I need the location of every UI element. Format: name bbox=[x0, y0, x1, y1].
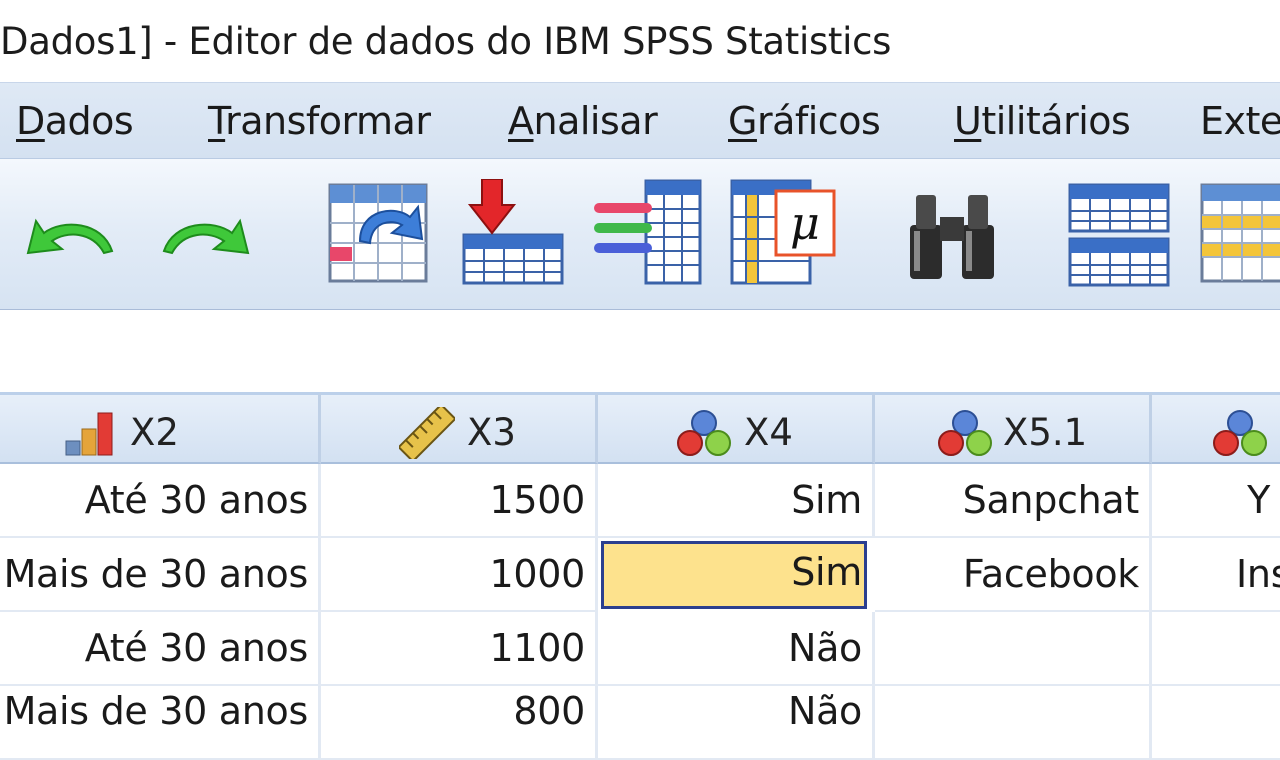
undo-icon bbox=[26, 218, 114, 255]
column-header-x4[interactable]: X4 bbox=[598, 392, 875, 464]
menu-analisar[interactable]: Analisar bbox=[508, 99, 658, 143]
grid-cell[interactable]: 1100 bbox=[321, 612, 598, 686]
grid-cell[interactable]: Sanpchat bbox=[875, 464, 1152, 538]
data-grid: X2 X3 X4 X5.1 Até 30 anos 1500 Sim Sanpc… bbox=[0, 392, 1280, 760]
goto-case-button[interactable] bbox=[326, 181, 430, 290]
toolbar: μ bbox=[0, 158, 1280, 311]
scale-measure-icon bbox=[399, 407, 455, 459]
menu-graficos[interactable]: Gráficos bbox=[728, 99, 881, 143]
redo-button[interactable] bbox=[158, 211, 254, 266]
descriptive-statistics-button[interactable]: μ bbox=[728, 177, 840, 292]
selected-grid-cell[interactable]: Sim bbox=[601, 541, 867, 609]
split-file-button[interactable] bbox=[1066, 183, 1172, 292]
find-button[interactable] bbox=[906, 187, 998, 288]
goto-variable-button[interactable] bbox=[460, 178, 566, 292]
grid-cell[interactable]: Y bbox=[1152, 464, 1280, 538]
grid-cell[interactable]: Até 30 anos bbox=[0, 612, 321, 686]
grid-cell[interactable]: Mais de 30 anos bbox=[0, 686, 321, 760]
title-bar: Dados1] - Editor de dados do IBM SPSS St… bbox=[0, 0, 1280, 82]
column-name-x2: X2 bbox=[130, 411, 179, 454]
grid-cell[interactable]: Não bbox=[598, 686, 875, 760]
grid-cell[interactable] bbox=[1152, 612, 1280, 686]
grid-cell[interactable]: Facebook bbox=[875, 538, 1152, 612]
grid-cell[interactable]: 1500 bbox=[321, 464, 598, 538]
column-name-x4: X4 bbox=[744, 411, 793, 454]
window-title: Dados1] - Editor de dados do IBM SPSS St… bbox=[0, 20, 892, 63]
grid-cell[interactable] bbox=[875, 686, 1152, 760]
nominal-measure-icon bbox=[1213, 410, 1267, 456]
select-cases-button[interactable] bbox=[1198, 181, 1280, 290]
find-icon bbox=[910, 195, 994, 279]
grid-cell[interactable]: Até 30 anos bbox=[0, 464, 321, 538]
split-file-icon bbox=[1068, 183, 1170, 287]
cell-editor-area bbox=[0, 310, 1280, 392]
menu-utilitarios[interactable]: Utilitários bbox=[954, 99, 1131, 143]
column-name-x5-1: X5.1 bbox=[1003, 411, 1088, 454]
column-name-x3: X3 bbox=[467, 411, 516, 454]
variables-button[interactable] bbox=[592, 177, 704, 292]
undo-button[interactable] bbox=[22, 211, 118, 266]
grid-cell[interactable]: Ins bbox=[1152, 538, 1280, 612]
grid-cell[interactable]: Sim bbox=[598, 464, 875, 538]
redo-icon bbox=[162, 218, 250, 255]
column-header-next[interactable] bbox=[1152, 392, 1280, 464]
grid-cell[interactable] bbox=[875, 612, 1152, 686]
variables-icon bbox=[594, 179, 702, 285]
goto-variable-icon bbox=[462, 178, 564, 285]
grid-cell[interactable]: 1000 bbox=[321, 538, 598, 612]
grid-cell[interactable] bbox=[1152, 686, 1280, 760]
menu-bar: Dados Transformar Analisar Gráficos Util… bbox=[0, 82, 1280, 159]
nominal-measure-icon bbox=[677, 410, 731, 456]
descriptive-statistics-icon: μ bbox=[730, 179, 836, 285]
menu-dados[interactable]: Dados bbox=[16, 99, 134, 143]
nominal-measure-icon bbox=[938, 410, 992, 456]
menu-extensoes[interactable]: Exte bbox=[1200, 99, 1280, 143]
column-header-x2[interactable]: X2 bbox=[0, 392, 321, 464]
grid-cell[interactable]: 800 bbox=[321, 686, 598, 760]
goto-case-icon bbox=[328, 183, 428, 283]
column-header-x5-1[interactable]: X5.1 bbox=[875, 392, 1152, 464]
menu-transformar[interactable]: Transformar bbox=[208, 99, 431, 143]
grid-cell[interactable]: Não bbox=[598, 612, 875, 686]
grid-cell[interactable]: Mais de 30 anos bbox=[0, 538, 321, 612]
column-header-x3[interactable]: X3 bbox=[321, 392, 598, 464]
ordinal-measure-icon bbox=[65, 412, 113, 456]
select-cases-icon bbox=[1200, 183, 1280, 283]
svg-text:μ: μ bbox=[790, 196, 820, 250]
